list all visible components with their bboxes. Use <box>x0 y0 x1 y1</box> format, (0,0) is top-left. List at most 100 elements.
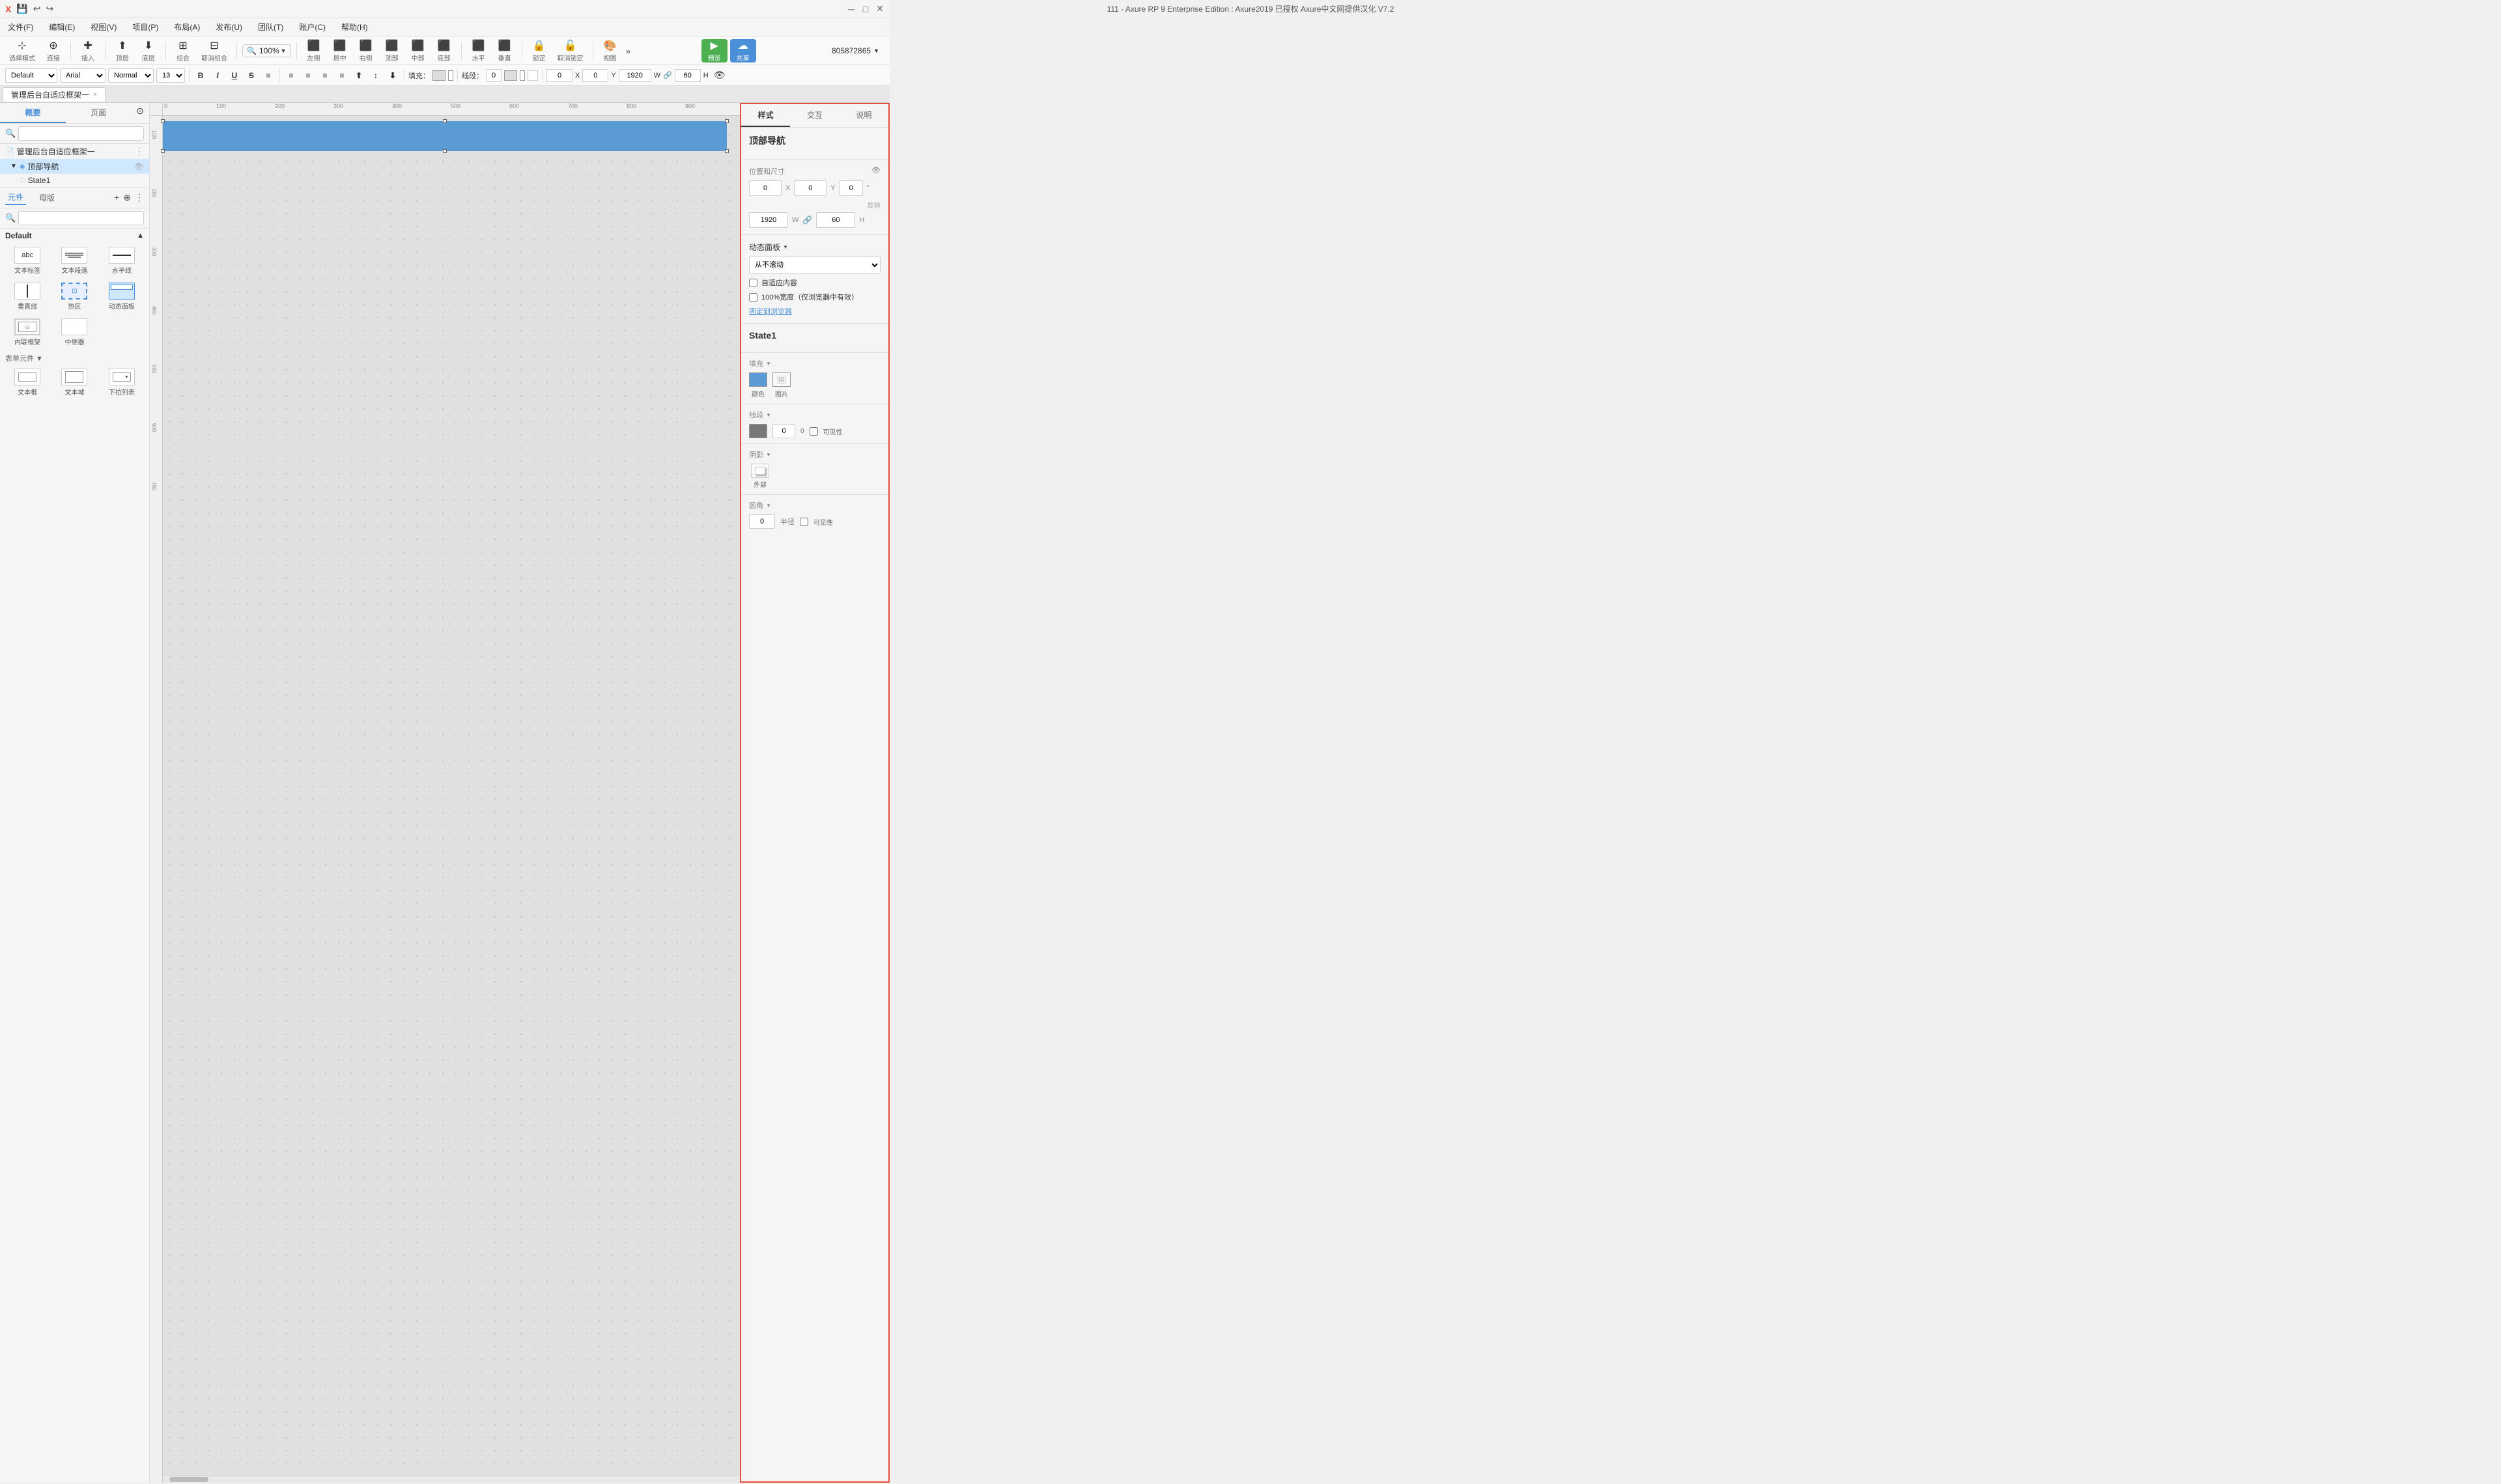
handle-tl[interactable] <box>161 119 165 123</box>
list-btn[interactable]: ≡ <box>261 68 276 83</box>
connect-btn[interactable]: ⊕ 连接 <box>42 39 65 63</box>
preview-btn[interactable]: ▶ 预览 <box>701 39 728 63</box>
zoom-control[interactable]: 🔍 100% ▼ <box>242 44 291 57</box>
menu-account[interactable]: 账户(C) <box>296 20 328 34</box>
h-scrollbar[interactable] <box>163 1475 740 1483</box>
user-btn[interactable]: 805872865 ▼ <box>827 46 884 55</box>
handle-br[interactable] <box>725 149 729 153</box>
menu-file[interactable]: 文件(F) <box>5 20 36 34</box>
pin-browser-link[interactable]: 固定到浏览器 <box>749 306 881 316</box>
tab-interaction[interactable]: 交互 <box>790 104 839 127</box>
bottom-layer-btn[interactable]: ⬇ 底层 <box>137 39 160 63</box>
component-search-input[interactable] <box>18 211 144 225</box>
minimize-btn[interactable]: ─ <box>847 5 856 14</box>
component-text-label[interactable]: abc 文本标签 <box>5 244 49 277</box>
corner-radius-input[interactable] <box>749 514 775 529</box>
tab-outline[interactable]: 概要 <box>0 103 66 123</box>
rotate-input[interactable] <box>840 180 863 196</box>
menu-edit[interactable]: 编辑(E) <box>46 20 78 34</box>
component-textbox[interactable]: 文本框 <box>5 366 49 399</box>
component-menu-icon[interactable]: ⋮ <box>135 192 144 203</box>
y-pos-input[interactable] <box>794 180 827 196</box>
tab-close-btn[interactable]: × <box>93 91 97 98</box>
select-mode-btn[interactable]: ⊹ 选择模式 <box>5 39 39 63</box>
component-textarea[interactable]: 文本域 <box>52 366 96 399</box>
stroke-color-box[interactable] <box>504 70 517 81</box>
tree-item-state1[interactable]: □ State1 <box>0 174 149 187</box>
align-center-text-btn[interactable]: ≡ <box>301 68 315 83</box>
tab-masters[interactable]: 母版 <box>36 191 57 204</box>
stroke-style-box[interactable] <box>528 70 538 81</box>
menu-layout[interactable]: 布局(A) <box>171 20 203 34</box>
stroke-color-box2[interactable] <box>520 70 525 81</box>
unlock-btn[interactable]: 🔓 取消锁定 <box>554 39 587 63</box>
strikethrough-btn[interactable]: S <box>244 68 259 83</box>
blue-banner-element[interactable] <box>163 121 727 151</box>
align-justify-text-btn[interactable]: ≡ <box>335 68 349 83</box>
h-input[interactable] <box>675 69 701 82</box>
save-icon[interactable]: 💾 <box>16 3 27 14</box>
handle-bm[interactable] <box>443 149 447 153</box>
handle-bl[interactable] <box>161 149 165 153</box>
shadow-outer-btn[interactable]: 外部 <box>749 464 771 489</box>
size-select[interactable]: 13 <box>156 68 185 83</box>
lock-btn[interactable]: 🔒 锁定 <box>528 39 551 63</box>
stroke-visible-checkbox[interactable] <box>810 427 818 436</box>
menu-view[interactable]: 视图(V) <box>88 20 119 34</box>
close-btn[interactable]: ✕ <box>875 5 884 14</box>
toolbar-more[interactable]: » <box>626 46 631 56</box>
component-dynamic-panel[interactable]: 动态面板 <box>100 280 144 313</box>
menu-project[interactable]: 项目(P) <box>130 20 161 34</box>
distribute-v-btn[interactable]: ⬛ 垂直 <box>493 39 516 63</box>
align-left-text-btn[interactable]: ≡ <box>284 68 298 83</box>
section-collapse-icon[interactable]: ▲ <box>137 232 144 240</box>
corner-visible-checkbox[interactable] <box>800 518 808 526</box>
component-repeater[interactable]: 中继器 <box>52 316 96 349</box>
w-size-input[interactable] <box>749 212 788 228</box>
menu-help[interactable]: 帮助(H) <box>339 20 371 34</box>
distribute-h-btn[interactable]: ⬛ 水平 <box>467 39 490 63</box>
position-eye-icon[interactable]: 👁 <box>871 166 881 175</box>
weight-select[interactable]: Normal <box>108 68 154 83</box>
group-btn[interactable]: ⊞ 组合 <box>171 39 195 63</box>
top-layer-btn[interactable]: ⬆ 顶层 <box>111 39 134 63</box>
bold-btn[interactable]: B <box>193 68 208 83</box>
align-bottom-btn[interactable]: ⬛ 底部 <box>432 39 456 63</box>
ungroup-btn[interactable]: ⊟ 取消组合 <box>197 39 231 63</box>
scroll-select[interactable]: 从不滚动 自动滚动 垂直滚动 水平滚动 <box>749 257 881 273</box>
stroke-value-input[interactable] <box>772 424 795 438</box>
underline-btn[interactable]: U <box>227 68 242 83</box>
adaptive-content-checkbox[interactable] <box>749 279 757 287</box>
component-copy-icon[interactable]: ⊕ <box>123 192 131 203</box>
page-menu-icon[interactable]: ⋮ <box>135 146 144 157</box>
menu-team[interactable]: 团队(T) <box>255 20 286 34</box>
tab-style[interactable]: 样式 <box>741 104 790 127</box>
tab-note[interactable]: 说明 <box>840 104 888 127</box>
align-middle-btn[interactable]: ⬛ 中部 <box>406 39 430 63</box>
tab-components[interactable]: 元件 <box>5 190 26 205</box>
h-scrollbar-thumb[interactable] <box>169 1477 208 1482</box>
component-dropdown[interactable]: ▼ 下拉列表 <box>100 366 144 399</box>
share-btn[interactable]: ☁ 共享 <box>730 39 756 63</box>
active-tab[interactable]: 管理后台自适应框架一 × <box>3 87 106 102</box>
add-component-icon[interactable]: + <box>114 192 119 203</box>
handle-tr[interactable] <box>725 119 729 123</box>
fill-color-box[interactable] <box>432 70 445 81</box>
italic-btn[interactable]: I <box>210 68 225 83</box>
undo-icon[interactable]: ↩ <box>33 3 41 14</box>
align-left-btn[interactable]: ⬛ 左侧 <box>302 39 326 63</box>
maximize-btn[interactable]: □ <box>861 5 870 14</box>
page-tree-root[interactable]: 📄 管理后台自适应框架一 ⋮ <box>0 144 149 159</box>
y-coord-input[interactable] <box>582 69 608 82</box>
fill-color-box2[interactable] <box>448 70 453 81</box>
component-v-line[interactable]: 重直线 <box>5 280 49 313</box>
valign-bot-btn[interactable]: ⬇ <box>386 68 400 83</box>
style-select[interactable]: Default <box>5 68 57 83</box>
valign-mid-btn[interactable]: ↕ <box>369 68 383 83</box>
stroke-value-input[interactable] <box>486 69 502 82</box>
outline-filter-btn[interactable]: ⊙ <box>131 103 149 123</box>
align-right-text-btn[interactable]: ≡ <box>318 68 332 83</box>
view-btn[interactable]: 🎨 视图 <box>599 39 622 63</box>
component-hotzone[interactable]: ⊡ 热区 <box>52 280 96 313</box>
full-width-checkbox[interactable] <box>749 293 757 301</box>
